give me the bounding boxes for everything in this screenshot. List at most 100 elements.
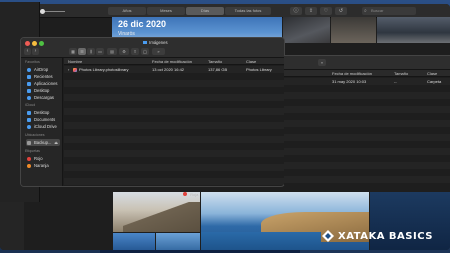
sidebar-item-tag-orange[interactable]: Naranja <box>26 162 60 169</box>
orange-tag-icon <box>27 164 31 168</box>
empty-row <box>284 169 450 176</box>
clock-icon <box>27 75 31 79</box>
empty-row <box>64 164 284 171</box>
empty-row <box>284 141 450 148</box>
column-header-row: Nombre Fecha de modificación Tamaño Clas… <box>64 58 284 65</box>
segment-all-photos[interactable]: Todas las fotos <box>225 7 271 15</box>
column-header-row: Fecha de modificación Tamaño Clase <box>284 70 450 77</box>
share-button[interactable]: ⇪ <box>305 7 317 15</box>
segment-months[interactable]: Meses <box>147 7 185 15</box>
column-header-modified[interactable]: Fecha de modificación <box>152 58 192 65</box>
info-button[interactable]: ⓘ <box>290 7 302 15</box>
zoom-slider-knob[interactable] <box>40 9 45 14</box>
file-name: Photos Library.photoslibrary <box>79 67 129 72</box>
sidebar-item-downloads[interactable]: Descargas <box>26 94 60 101</box>
empty-row <box>284 92 450 99</box>
sidebar-item-backup[interactable]: Backup... ⏏ <box>26 139 60 146</box>
empty-row <box>64 73 284 80</box>
sidebar-item-applications[interactable]: Aplicaciones <box>26 80 60 87</box>
column-header-size[interactable]: Tamaño <box>394 70 408 77</box>
table-row[interactable]: 31 may 2020 10:03 -- Carpeta <box>284 78 450 85</box>
empty-row <box>64 94 284 101</box>
photo-thumbnail[interactable] <box>156 233 200 250</box>
action-gear-icon[interactable]: ⚙ <box>119 48 129 55</box>
finder2-toolbar: » <box>284 56 450 70</box>
photo-thumbnail[interactable] <box>113 233 155 250</box>
empty-row <box>64 150 284 157</box>
column-header-modified[interactable]: Fecha de modificación <box>332 70 372 77</box>
sidebar-item-recents[interactable]: Recientes <box>26 73 60 80</box>
share-button[interactable]: ⇪ <box>131 48 139 55</box>
sidebar-item-desktop[interactable]: Desktop <box>26 87 60 94</box>
desktop-icon <box>27 111 31 115</box>
sidebar-section-tags: Etiquetas <box>25 149 40 153</box>
search-input[interactable]: ⌕ Buscar <box>362 7 416 15</box>
more-button[interactable]: » <box>318 59 326 66</box>
search-icon: ⌕ <box>364 8 367 14</box>
empty-row <box>64 178 284 185</box>
red-tag-icon <box>27 157 31 161</box>
favorite-button[interactable]: ♡ <box>320 7 332 15</box>
sidebar-item-icloud-desktop[interactable]: Desktop <box>26 109 60 116</box>
close-window-button[interactable] <box>25 41 30 46</box>
segment-years[interactable]: Años <box>108 7 146 15</box>
segment-days[interactable]: Días <box>186 7 224 15</box>
empty-row <box>284 99 450 106</box>
date-heading: 26 dic 2020 <box>118 19 167 29</box>
minimize-window-button[interactable] <box>32 41 37 46</box>
icon-view-button[interactable]: ▦ <box>69 48 77 55</box>
xataka-logo-icon <box>322 230 334 242</box>
eject-icon[interactable]: ⏏ <box>54 139 58 146</box>
sidebar-item-icloud-drive[interactable]: iCloud Drive <box>26 123 60 130</box>
column-header-name[interactable]: Nombre <box>68 58 82 65</box>
column-header-kind[interactable]: Clase <box>427 70 437 77</box>
table-row[interactable]: › Photos Library.photoslibrary 13 oct 20… <box>64 66 284 73</box>
folder-icon <box>143 41 147 45</box>
document-icon <box>27 118 31 122</box>
photo-thumbnail[interactable] <box>331 17 376 43</box>
empty-row <box>284 176 450 183</box>
photos-library-icon <box>73 66 78 73</box>
photo-thumbnail[interactable] <box>113 192 200 232</box>
forward-button[interactable]: › <box>32 48 39 55</box>
gallery-view-button[interactable]: ▭ <box>96 48 104 55</box>
airdrop-icon <box>27 68 31 72</box>
empty-row <box>284 155 450 162</box>
column-view-button[interactable]: ⫼ <box>87 48 95 55</box>
photo-thumbnail[interactable] <box>283 17 330 43</box>
more-button[interactable]: » <box>152 48 165 55</box>
applications-icon <box>27 82 31 86</box>
disclosure-chevron-icon[interactable]: › <box>68 66 69 73</box>
empty-row <box>64 157 284 164</box>
empty-row <box>284 127 450 134</box>
sidebar-section-locations: Ubicaciones <box>25 133 45 137</box>
file-size: 137,86 GB <box>208 67 228 72</box>
red-tag-icon <box>183 192 187 196</box>
file-kind: Carpeta <box>427 79 442 84</box>
file-modified: 31 may 2020 10:03 <box>332 79 367 84</box>
column-header-size[interactable]: Tamaño <box>208 58 222 65</box>
finder-sidebar: Favoritos AirDrop Recientes Aplicaciones… <box>21 58 63 186</box>
album-label: Roja <box>183 192 198 197</box>
sidebar-item-documents[interactable]: Documents <box>26 116 60 123</box>
empty-row <box>64 129 284 136</box>
sidebar-item-airdrop[interactable]: AirDrop <box>26 66 60 73</box>
tag-button[interactable]: ◯ <box>141 48 149 55</box>
watermark: XATAKA BASICS <box>322 229 433 243</box>
empty-row <box>64 108 284 115</box>
zoom-window-button[interactable] <box>39 41 44 46</box>
group-button[interactable]: ▤ <box>107 48 117 55</box>
photo-thumbnail[interactable] <box>377 17 450 43</box>
photos-toolbar: Años Meses Días Todas las fotos ⓘ ⇪ ♡ ↺ … <box>0 4 450 18</box>
cloud-icon <box>27 125 31 129</box>
column-header-kind[interactable]: Clase <box>246 58 256 65</box>
finder-title: Imágenes <box>143 40 168 45</box>
list-view-button[interactable]: ☰ <box>78 48 86 55</box>
sidebar-item-tag-red[interactable]: Rojo <box>26 155 60 162</box>
back-button[interactable]: ‹ <box>24 48 31 55</box>
rotate-button[interactable]: ↺ <box>335 7 347 15</box>
empty-row <box>64 80 284 87</box>
empty-row <box>64 143 284 150</box>
finder-toolbar: Imágenes ‹ › ▦ ☰ ⫼ ▭ ▤ ⚙ ⇪ ◯ » <box>21 38 284 58</box>
empty-row <box>64 122 284 129</box>
